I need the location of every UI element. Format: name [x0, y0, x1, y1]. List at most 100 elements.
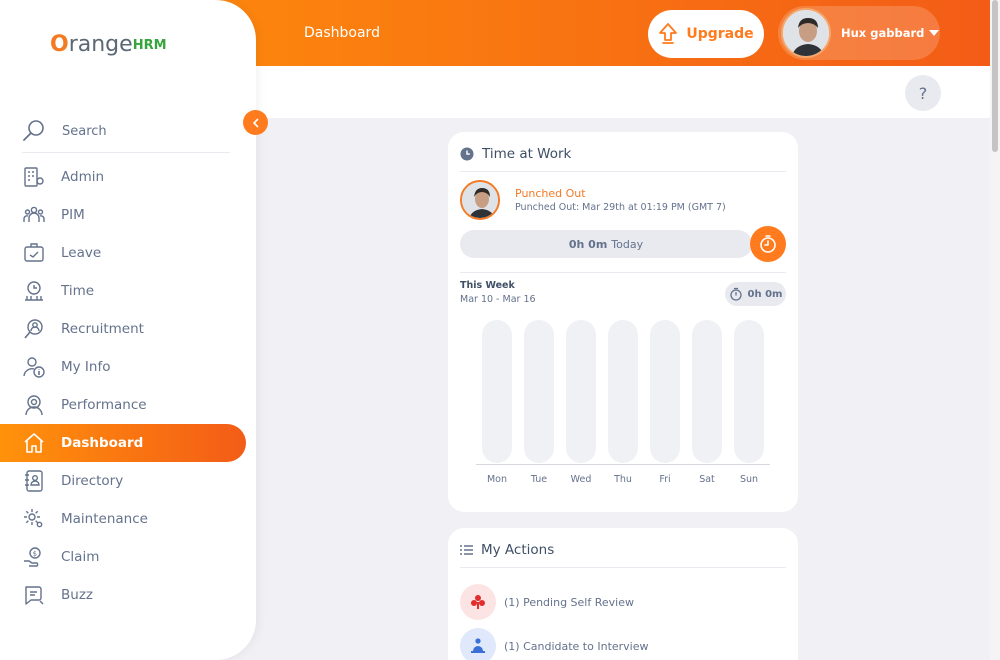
sidebar-search[interactable]: Search [22, 110, 230, 153]
sidebar-item-performance[interactable]: Performance [0, 386, 246, 424]
sidebar-item-label: My Info [61, 359, 111, 375]
directory-icon [22, 469, 46, 493]
card-title: Time at Work [460, 146, 571, 162]
leave-icon [22, 241, 46, 265]
day-bar [650, 320, 680, 463]
sidebar-item-dashboard[interactable]: Dashboard [0, 424, 246, 462]
week-total-badge: 0h 0m [725, 282, 786, 306]
sidebar-item-recruitment[interactable]: Recruitment [0, 310, 246, 348]
sidebar-item-buzz[interactable]: Buzz [0, 576, 246, 614]
day-bar [608, 320, 638, 463]
claim-icon: $ [22, 545, 46, 569]
my-actions-card: My Actions (1) Pending Self Review (1) C… [448, 528, 798, 660]
card-title: My Actions [460, 542, 554, 558]
sidebar-item-admin[interactable]: Admin [0, 158, 246, 196]
help-button[interactable]: ? [905, 75, 941, 111]
self-review-icon [460, 584, 496, 620]
sidebar-item-leave[interactable]: Leave [0, 234, 246, 272]
search-icon [23, 120, 44, 141]
sidebar-item-claim[interactable]: $ Claim [0, 538, 246, 576]
upgrade-arrow-icon [659, 23, 678, 44]
punch-detail: Punched Out: Mar 29th at 01:19 PM (GMT 7… [515, 202, 726, 213]
time-at-work-title: Time at Work [482, 146, 572, 162]
sidebar-item-time[interactable]: Time [0, 272, 246, 310]
day-bar [734, 320, 764, 463]
scrollbar-thumb[interactable] [992, 0, 998, 152]
page-title: Dashboard [304, 25, 380, 41]
my-actions-title: My Actions [481, 542, 555, 558]
sidebar-item-label: Maintenance [61, 511, 148, 527]
sidebar-item-label: Time [61, 283, 95, 299]
sidebar-item-label: Performance [61, 397, 147, 413]
divider [460, 171, 786, 172]
avatar [460, 180, 500, 220]
today-hours: 0h 0m [568, 237, 608, 251]
stopwatch-icon [760, 235, 776, 253]
sidebar-collapse-button[interactable] [243, 110, 268, 135]
user-name: Hux gabbard [841, 26, 925, 40]
avatar [781, 8, 831, 58]
day-label: Tue [530, 474, 548, 485]
day-bar [482, 320, 512, 463]
caret-down-icon [929, 30, 940, 36]
search-label: Search [62, 123, 107, 139]
time-at-work-card: Time at Work Punched Out Punched Out: Ma… [448, 132, 798, 512]
day-bar [692, 320, 722, 463]
week-range: Mar 10 - Mar 16 [460, 294, 536, 305]
buzz-icon [22, 583, 46, 607]
sub-header [240, 66, 990, 118]
logo-hrm: HRM [132, 38, 167, 53]
chart-baseline [476, 464, 770, 465]
logo-o: O [50, 32, 69, 57]
day-label: Thu [614, 474, 632, 485]
sidebar-item-label: Admin [61, 169, 105, 185]
upgrade-label: Upgrade [686, 26, 754, 42]
sidebar-item-pim[interactable]: PIM [0, 196, 246, 234]
day-bar [524, 320, 554, 463]
sidebar-item-my-info[interactable]: My Info [0, 348, 246, 386]
maintenance-icon [22, 507, 46, 531]
divider [460, 272, 786, 273]
sidebar-item-label: Recruitment [61, 321, 144, 337]
punch-status: Punched Out [515, 187, 586, 200]
action-candidate-to-interview[interactable]: (1) Candidate to Interview [460, 628, 649, 660]
candidate-interview-icon [460, 628, 496, 660]
sidebar-item-maintenance[interactable]: Maintenance [0, 500, 246, 538]
time-icon [22, 279, 46, 303]
clock-icon [460, 147, 474, 161]
sidebar-item-label: PIM [61, 207, 85, 223]
sidebar-item-label: Claim [61, 549, 100, 565]
logo-range: range [68, 32, 133, 57]
list-icon [460, 545, 473, 555]
my-info-icon [22, 355, 46, 379]
pim-icon [22, 203, 46, 227]
upgrade-button[interactable]: Upgrade [648, 10, 764, 58]
svg-text:$: $ [33, 550, 37, 558]
user-dropdown[interactable]: Hux gabbard [778, 6, 940, 60]
performance-icon [22, 393, 46, 417]
sidebar-item-label: Leave [61, 245, 102, 261]
chevron-left-icon [252, 118, 258, 127]
day-label: Wed [570, 474, 592, 485]
week-label: This Week [460, 280, 515, 291]
action-label: (1) Candidate to Interview [504, 639, 649, 653]
day-label: Mon [486, 474, 508, 485]
day-bar [566, 320, 596, 463]
punch-in-button[interactable] [750, 226, 786, 262]
action-pending-self-review[interactable]: (1) Pending Self Review [460, 584, 634, 620]
day-label: Fri [659, 474, 671, 485]
sidebar: O range HRM Search Admin PIM Leave Time [0, 0, 256, 660]
today-label: Today [611, 237, 644, 251]
stopwatch-icon [729, 287, 742, 301]
action-label: (1) Pending Self Review [504, 595, 634, 609]
home-icon [22, 431, 46, 455]
sidebar-item-label: Directory [61, 473, 124, 489]
day-label: Sat [699, 474, 715, 485]
orangehrm-logo[interactable]: O range HRM [50, 32, 167, 57]
admin-icon [22, 165, 46, 189]
today-hours-bar: 0h 0m Today [460, 230, 752, 258]
sidebar-item-label: Dashboard [61, 435, 144, 451]
recruitment-icon [22, 317, 46, 341]
sidebar-item-label: Buzz [61, 587, 93, 603]
sidebar-item-directory[interactable]: Directory [0, 462, 246, 500]
